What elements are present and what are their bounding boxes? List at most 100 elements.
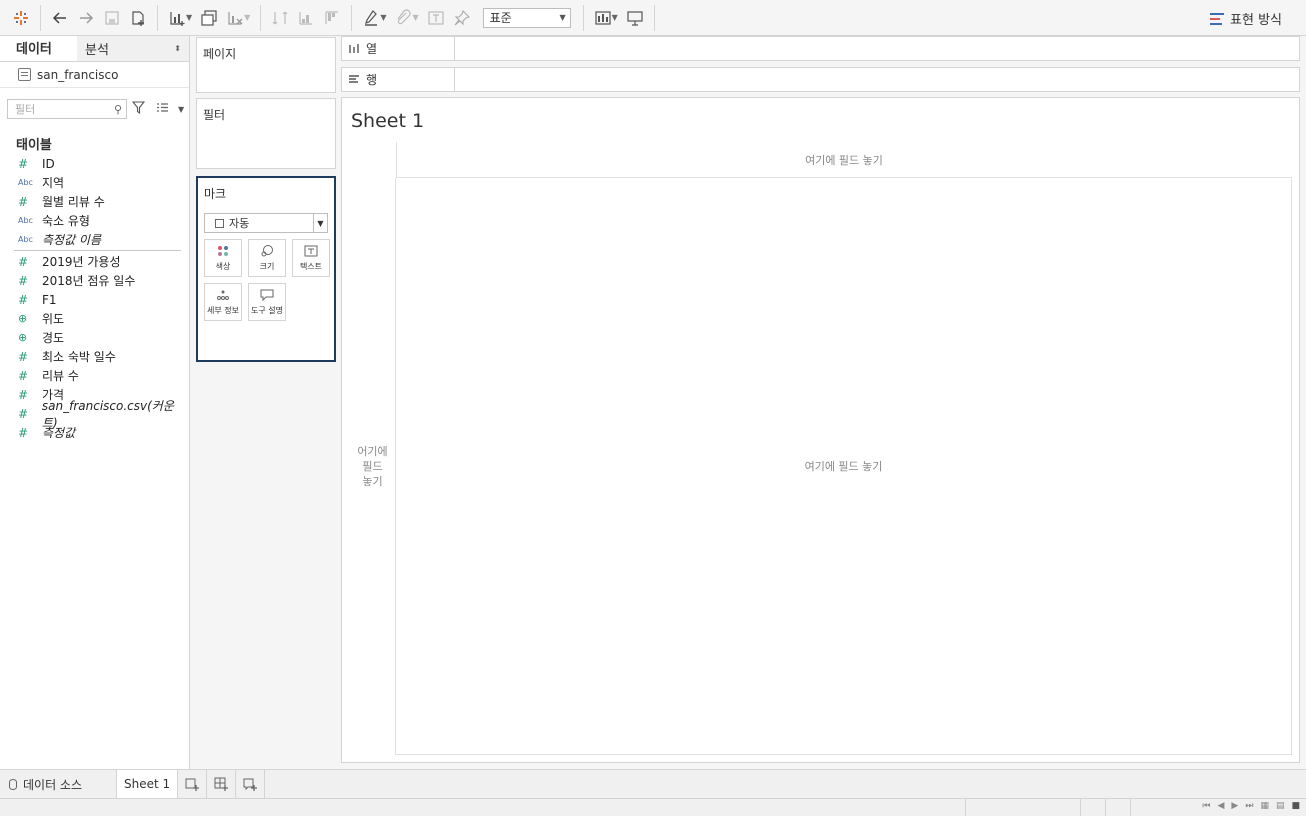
field-item[interactable]: # 최소 숙박 일수 xyxy=(0,347,189,366)
status-segment xyxy=(965,799,966,816)
undo-icon[interactable] xyxy=(47,5,73,31)
field-item[interactable]: Abc 숙소 유형 xyxy=(0,211,189,230)
field-label: 최소 숙박 일수 xyxy=(42,350,116,364)
duplicate-sheet-icon[interactable] xyxy=(196,5,222,31)
next-sheet-icon[interactable]: ▶ xyxy=(1231,801,1238,811)
mark-type-select[interactable]: 자동 ▼ xyxy=(204,213,328,233)
toolbar: ▼ ▼ ▼ ▼ 표준 ▼ ▼ 표현 방식 xyxy=(0,0,1306,36)
marks-title: 마크 xyxy=(204,187,227,201)
field-item[interactable]: # 월별 리뷰 수 xyxy=(0,192,189,211)
sheet-tabbar: 데이터 소스 Sheet 1 xyxy=(0,769,1306,798)
rows-shelf[interactable]: 행 xyxy=(341,67,1300,92)
field-item[interactable]: # 리뷰 수 xyxy=(0,366,189,385)
swap-icon[interactable] xyxy=(267,5,293,31)
field-item[interactable]: # san_francisco.csv(커운트) xyxy=(0,399,189,430)
pin-icon[interactable] xyxy=(449,5,475,31)
sort-descending-icon[interactable] xyxy=(319,5,345,31)
field-item[interactable]: Abc 측정값 이름 xyxy=(0,230,189,249)
tabs-view-icon[interactable]: ■ xyxy=(1291,801,1300,811)
sheet-tab[interactable]: Sheet 1 xyxy=(117,770,179,798)
caret-down-icon[interactable]: ▼ xyxy=(612,13,618,22)
field-label: ID xyxy=(42,156,55,171)
tables-title: 태이블 xyxy=(16,137,52,153)
text-button[interactable]: 텍스트 xyxy=(292,239,330,277)
search-icon: ⚲ xyxy=(113,102,122,116)
new-datasource-icon[interactable] xyxy=(125,5,151,31)
data-pane: 데이터 분석 ⬍ san_francisco 필터 ⚲ ▼ 태이블 # ID Ab… xyxy=(0,36,190,769)
caret-down-icon[interactable]: ▼ xyxy=(244,13,250,22)
prev-sheet-icon[interactable]: ◀ xyxy=(1218,801,1225,811)
rows-label-cell: 행 xyxy=(342,68,455,91)
first-sheet-icon[interactable]: ⏮ xyxy=(1202,801,1210,811)
show-mark-labels-icon[interactable] xyxy=(423,5,449,31)
new-worksheet-icon xyxy=(185,778,200,791)
caret-down-icon[interactable]: ▼ xyxy=(178,105,184,114)
last-sheet-icon[interactable]: ⏭ xyxy=(1245,801,1253,811)
filters-shelf[interactable]: 필터 xyxy=(196,98,336,169)
tableau-logo-icon[interactable] xyxy=(8,5,34,31)
save-icon[interactable] xyxy=(99,5,125,31)
show-me-button[interactable]: 표현 방식 xyxy=(1210,9,1282,28)
field-item[interactable]: # F1 xyxy=(0,290,189,309)
field-item[interactable]: #2019년 가용성 xyxy=(0,252,189,271)
fit-select[interactable]: 표준 ▼ xyxy=(482,7,571,28)
drop-field-rows[interactable]: 어기에 필드 놓기 xyxy=(350,178,396,755)
drop-field-columns[interactable]: 여기에 필드 놓기 xyxy=(396,142,1292,178)
database-icon xyxy=(9,778,17,790)
pages-title: 페이지 xyxy=(203,47,237,61)
columns-shelf[interactable]: 열 xyxy=(341,36,1300,61)
film-strip-icon[interactable]: ▤ xyxy=(1276,801,1285,811)
datasource-item[interactable]: san_francisco xyxy=(0,62,189,88)
datasource-tab[interactable]: 데이터 소스 xyxy=(0,770,117,798)
expand-arrows-icon[interactable]: ⬍ xyxy=(174,44,181,53)
field-label: 리뷰 수 xyxy=(42,369,79,383)
view-list-icon[interactable] xyxy=(156,102,169,117)
numeric-icon: # xyxy=(18,273,29,288)
detail-icon xyxy=(216,288,230,302)
redo-icon[interactable] xyxy=(73,5,99,31)
field-label: 경도 xyxy=(42,331,65,345)
field-item[interactable]: ⊕ 위도 xyxy=(0,309,189,328)
detail-button[interactable]: 세부 정보 xyxy=(204,283,242,321)
caret-down-icon[interactable]: ▼ xyxy=(380,13,386,22)
tab-data[interactable]: 데이터 xyxy=(0,36,77,61)
field-item[interactable]: #2018년 점유 일수 xyxy=(0,271,189,290)
search-row: 필터 ⚲ ▼ xyxy=(0,94,189,124)
new-story-tab-button[interactable] xyxy=(236,770,266,798)
pane-tabs: 데이터 분석 ⬍ xyxy=(0,36,189,62)
pages-shelf[interactable]: 페이지 xyxy=(196,37,336,93)
caret-down-icon[interactable]: ▼ xyxy=(412,13,418,22)
worksheet-view: Sheet 1 여기에 필드 놓기 어기에 필드 놓기 여기에 필드 놓기 xyxy=(341,97,1300,763)
sheet-sorter-icon[interactable]: ▦ xyxy=(1260,801,1269,811)
size-button[interactable]: 크기 xyxy=(248,239,286,277)
caret-down-icon[interactable]: ▼ xyxy=(186,13,192,22)
drop-field-main[interactable]: 여기에 필드 놓기 xyxy=(396,178,1292,755)
filter-icon[interactable] xyxy=(131,100,146,118)
columns-label: 열 xyxy=(366,42,378,56)
search-input[interactable]: 필터 ⚲ xyxy=(7,99,127,119)
tooltip-button[interactable]: 도구 설명 xyxy=(248,283,286,321)
marks-buttons: 색상 크기 텍스트 세부 정보 도구 설명 xyxy=(204,239,334,321)
new-dashboard-icon xyxy=(214,777,229,791)
status-segment xyxy=(1105,799,1106,816)
sort-ascending-icon[interactable] xyxy=(293,5,319,31)
new-dashboard-tab-button[interactable] xyxy=(207,770,237,798)
field-label: 지역 xyxy=(42,176,65,190)
status-nav: ⏮ ◀ ▶ ⏭ ▦ ▤ ■ xyxy=(1202,801,1300,811)
numeric-icon: # xyxy=(18,425,29,440)
color-button[interactable]: 색상 xyxy=(204,239,242,277)
new-story-icon xyxy=(243,778,258,791)
fit-select-value: 표준 xyxy=(489,11,512,25)
caret-down-icon: ▼ xyxy=(313,214,327,232)
numeric-icon: # xyxy=(18,387,29,402)
field-label: 숙소 유형 xyxy=(42,214,90,228)
field-label: 월별 리뷰 수 xyxy=(42,195,105,209)
sheet-title[interactable]: Sheet 1 xyxy=(351,110,424,132)
field-item[interactable]: # ID xyxy=(0,154,189,173)
new-worksheet-tab-button[interactable] xyxy=(178,770,208,798)
tab-analysis[interactable]: 분석 ⬍ xyxy=(77,36,189,61)
datasource-name: san_francisco xyxy=(37,67,119,82)
presentation-mode-icon[interactable] xyxy=(622,5,648,31)
field-item[interactable]: ⊕ 경도 xyxy=(0,328,189,347)
field-item[interactable]: Abc 지역 xyxy=(0,173,189,192)
